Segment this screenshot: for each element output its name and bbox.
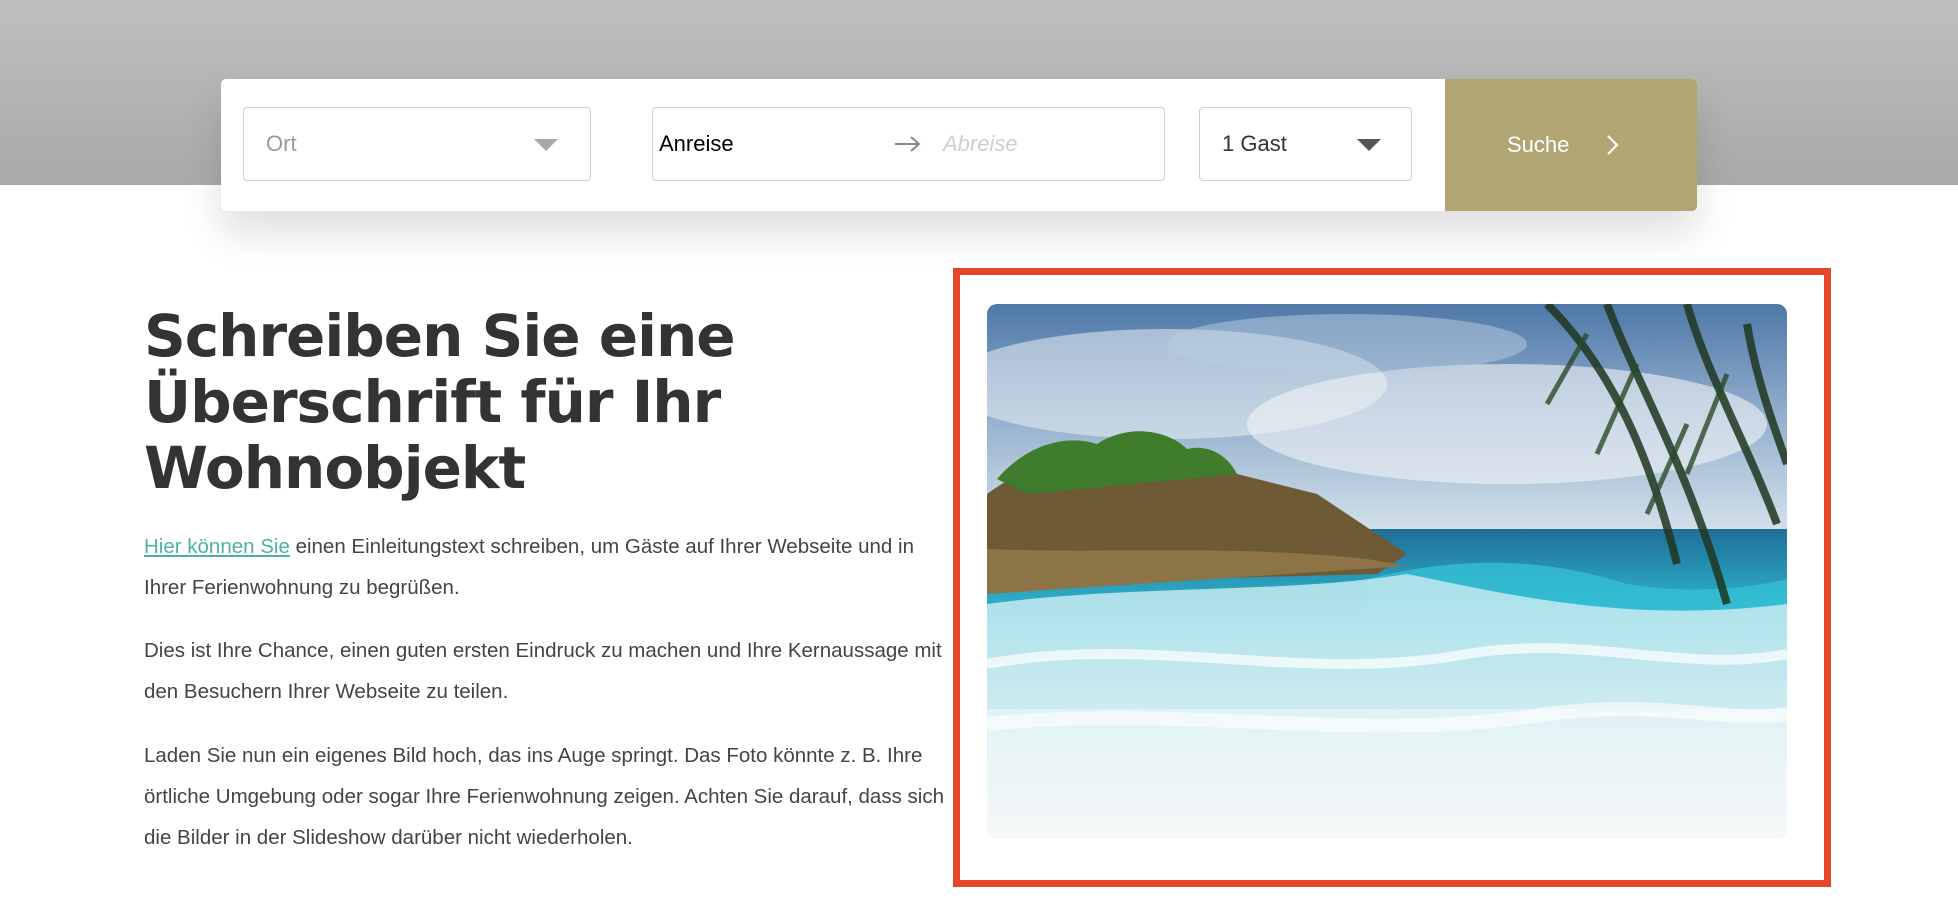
location-select[interactable]: Ort [243,107,591,181]
beach-photo [987,304,1787,839]
body-paragraph-3: Laden Sie nun ein eigenes Bild hoch, das… [144,744,944,849]
booking-search-bar: Ort Anreise Abreise 1 Gast Suche [221,79,1697,211]
intro-paragraph: Hier können Sie einen Einleitungstext sc… [144,526,954,608]
intro-link[interactable]: Hier können Sie [144,535,290,558]
arrival-date-field[interactable]: Anreise [659,131,734,157]
chevron-down-icon [1357,139,1381,151]
arrow-right-icon [895,136,921,152]
page-title: Schreiben Sie eine Überschrift für Ihr W… [144,302,736,502]
location-placeholder: Ort [266,131,297,156]
guests-select[interactable]: 1 Gast [1199,107,1412,181]
date-range-input[interactable]: Anreise Abreise [652,107,1165,181]
body-paragraph-2: Dies ist Ihre Chance, einen guten ersten… [144,639,942,703]
search-button-label: Suche [1507,132,1570,157]
search-button[interactable]: Suche [1445,79,1697,211]
chevron-down-icon [534,139,558,151]
guests-value: 1 Gast [1222,131,1287,156]
departure-date-field[interactable]: Abreise [943,131,1018,157]
chevron-right-icon [1607,135,1619,155]
